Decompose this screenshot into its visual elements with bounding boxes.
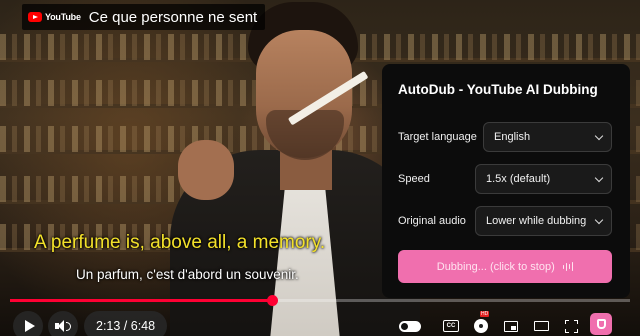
target-language-label: Target language	[398, 131, 477, 143]
fullscreen-icon	[564, 319, 578, 333]
subtitles-button[interactable]: CC	[441, 316, 461, 336]
video-title[interactable]: Ce que personne ne sent	[89, 9, 257, 26]
scrubber-handle[interactable]	[266, 295, 278, 306]
autoplay-toggle-icon	[399, 320, 421, 332]
progress-bar[interactable]	[10, 295, 630, 306]
original-audio-row: Original audio Lower while dubbing	[398, 206, 612, 236]
play-button[interactable]	[13, 311, 43, 336]
play-icon	[24, 320, 35, 332]
time-display: 2:13 / 6:48	[84, 311, 168, 336]
youtube-logo[interactable]: YouTube	[28, 12, 81, 22]
chevron-down-icon	[594, 173, 604, 183]
dubbing-button-label: Dubbing... (click to stop)	[436, 260, 555, 273]
original-audio-value: Lower while dubbing	[486, 215, 587, 227]
speed-label: Speed	[398, 173, 430, 185]
settings-button[interactable]: HD	[471, 311, 491, 336]
progress-played	[10, 299, 272, 302]
autodub-extension-icon	[596, 319, 606, 329]
autodub-panel: AutoDub - YouTube AI Dubbing Target lang…	[382, 64, 630, 298]
original-audio-label: Original audio	[398, 215, 466, 227]
target-language-value: English	[494, 131, 531, 143]
miniplayer-icon	[504, 320, 518, 332]
audio-wave-icon	[562, 262, 574, 271]
dubbing-toggle-button[interactable]: Dubbing... (click to stop)	[398, 250, 612, 283]
volume-icon	[55, 320, 71, 332]
target-language-select[interactable]: English	[483, 122, 612, 152]
settings-icon	[474, 319, 488, 333]
youtube-wordmark: YouTube	[45, 12, 81, 22]
speed-select[interactable]: 1.5x (default)	[475, 164, 612, 194]
original-audio-select[interactable]: Lower while dubbing	[475, 206, 612, 236]
original-subtitle: Un parfum, c'est d'abord un souvenir.	[76, 267, 299, 282]
target-language-row: Target language English	[398, 122, 612, 152]
volume-button[interactable]	[48, 311, 78, 336]
hd-badge: HD	[480, 311, 490, 317]
chevron-down-icon	[594, 215, 604, 225]
theater-mode-button[interactable]	[531, 316, 551, 336]
theater-icon	[533, 321, 549, 331]
fullscreen-button[interactable]	[561, 316, 581, 336]
autodub-extension-button[interactable]	[590, 313, 612, 335]
youtube-play-icon	[28, 12, 42, 22]
chevron-down-icon	[594, 131, 604, 141]
autoplay-toggle[interactable]	[398, 316, 422, 336]
subtitles-icon: CC	[443, 320, 459, 332]
speed-value: 1.5x (default)	[486, 173, 551, 185]
miniplayer-button[interactable]	[501, 316, 521, 336]
speed-row: Speed 1.5x (default)	[398, 164, 612, 194]
video-title-bar: YouTube Ce que personne ne sent	[22, 4, 266, 30]
hand	[178, 140, 234, 200]
dubbed-subtitle: A perfume is, above all, a memory.	[34, 232, 326, 253]
panel-title: AutoDub - YouTube AI Dubbing	[398, 82, 598, 97]
